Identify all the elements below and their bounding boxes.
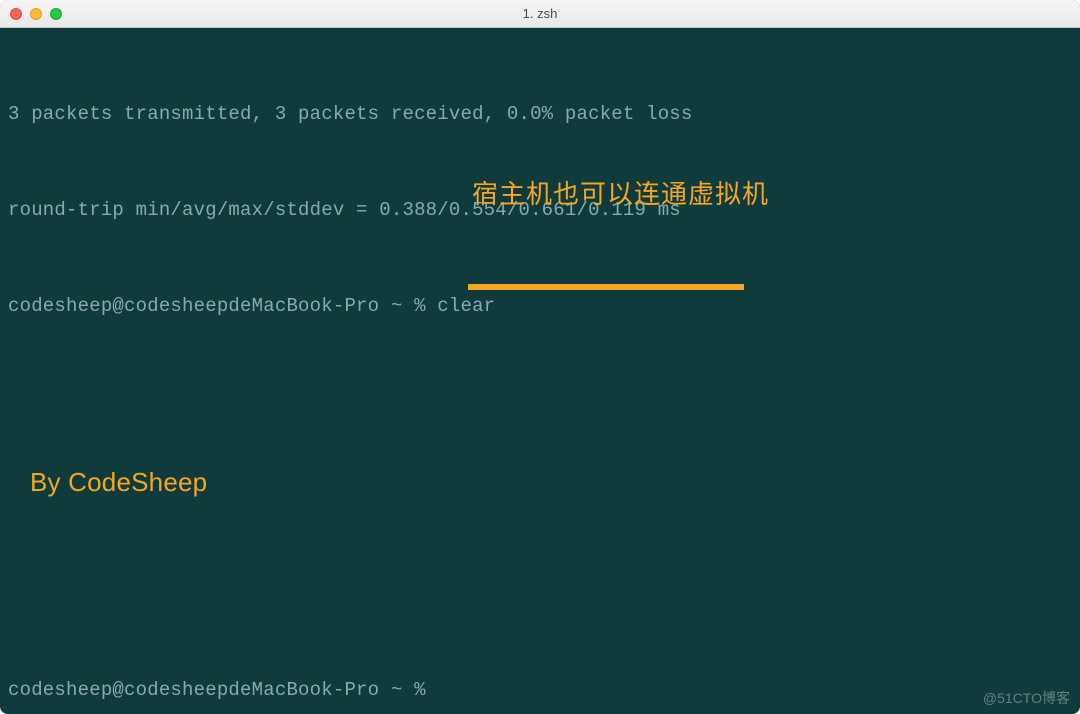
titlebar[interactable]: 1. zsh [0, 0, 1080, 28]
watermark-label: By CodeSheep [30, 466, 207, 498]
window-title: 1. zsh [0, 6, 1080, 21]
terminal-line: codesheep@codesheepdeMacBook-Pro ~ % cle… [8, 290, 1072, 322]
zoom-icon[interactable] [50, 8, 62, 20]
terminal-line: 3 packets transmitted, 3 packets receive… [8, 98, 1072, 130]
terminal-window: 1. zsh 3 packets transmitted, 3 packets … [0, 0, 1080, 714]
traffic-lights [10, 8, 62, 20]
footer-credit: @51CTO博客 [983, 688, 1070, 708]
annotation-label: 宿主机也可以连通虚拟机 [472, 178, 769, 210]
minimize-icon[interactable] [30, 8, 42, 20]
highlight-underline [468, 284, 744, 290]
terminal-line [8, 578, 1072, 610]
close-icon[interactable] [10, 8, 22, 20]
terminal-line [8, 386, 1072, 418]
terminal-line: codesheep@codesheepdeMacBook-Pro ~ % [8, 674, 1072, 706]
terminal-viewport[interactable]: 3 packets transmitted, 3 packets receive… [0, 28, 1080, 714]
